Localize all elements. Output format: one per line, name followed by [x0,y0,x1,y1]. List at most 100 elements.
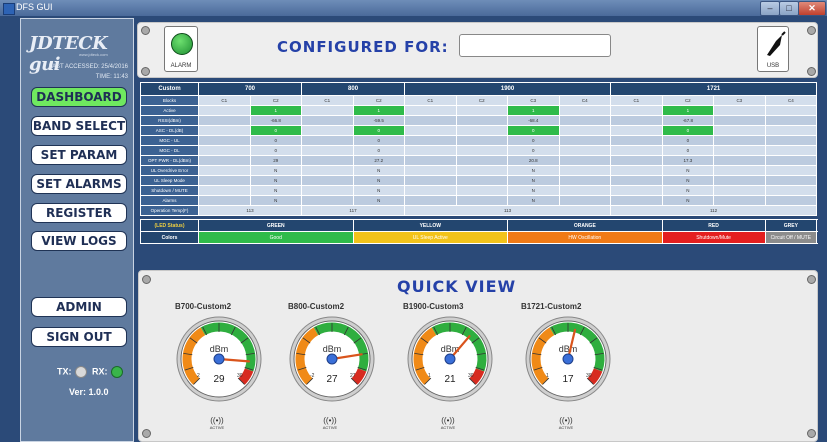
table-cell: N [661,175,715,186]
table-cell [404,175,457,186]
table-cell [455,165,509,176]
table-cell: 0 [507,125,560,136]
status-table: Custom 700 800 1900 1721 Blocks C1 C2 C1 C2 C1 C2 C3… [140,82,818,244]
row-label: Shutdown / MUTE [140,185,199,196]
table-cell: N [249,185,303,196]
usb-indicator[interactable]: USB [757,26,789,72]
table-cell: 0 [249,145,303,156]
table-cell [610,115,663,126]
nav-band-select[interactable]: BAND SELECT [31,116,127,136]
alarm-lamp-icon [171,33,193,55]
rssi-gauge: dBm 1 30 21 [407,316,493,407]
quick-view-panel: QUICK VIEW B700-Custom2 B800-Custom2 B19… [138,270,818,442]
configured-for-field[interactable] [459,34,611,57]
gauge-value: 27 [326,374,338,385]
table-cell: N [352,185,406,196]
table-cell [301,145,354,156]
table-cell: N [661,195,715,206]
version-label: Ver: 1.0.0 [69,387,109,397]
logo-url: www.jdteck.com [79,52,108,57]
table-cell [198,115,251,126]
admin-button[interactable]: ADMIN [31,297,127,317]
table-cell: N [352,165,406,176]
nav-view-logs[interactable]: VIEW LOGS [31,231,127,251]
table-cell [713,125,766,136]
table-cell [764,195,818,206]
gauge-max-label: 30 [468,373,474,379]
table-cell [558,185,612,196]
temp-cell: 117 [301,205,406,216]
maximize-button[interactable]: □ [779,1,799,16]
last-time: TIME: 11:43 [95,74,128,80]
colors-label: Colors [140,231,199,244]
table-cell: N [507,175,560,186]
table-cell [558,135,612,146]
gauge-hub [562,353,574,365]
channel-header: C3 [507,95,560,106]
table-cell: 1 [249,105,303,116]
alarm-indicator[interactable]: ALARM [164,26,198,72]
rx-label: RX: [92,366,108,377]
tx-led-icon [74,366,87,378]
table-cell [610,125,663,136]
channel-header: C2 [352,95,406,106]
table-cell [455,195,509,206]
table-cell [404,155,457,166]
close-button[interactable]: ✕ [798,1,826,16]
temp-cell: 113 [197,205,303,216]
gauge-unit: dBm [210,344,229,354]
usb-cable-icon [767,31,786,56]
table-cell [301,105,354,116]
table-cell [455,115,509,126]
channel-header: C3 [713,95,766,106]
sidebar: JDTECK gui www.jdteck.com LAST ACCESSED:… [20,18,134,442]
gauge-dial: dBm -2 27 27 [289,316,375,402]
led-name: ORANGE [507,219,663,232]
rssi-gauge: dBm 1 30 17 [525,316,611,407]
gauge-min-label: 1 [428,373,431,379]
gauge-title: B800-Custom2 [288,302,345,311]
table-cell [558,165,612,176]
table-cell [610,135,663,146]
table-cell: 20.8 [507,155,560,166]
nav-set-alarms[interactable]: SET ALARMS [31,174,127,194]
table-cell [610,155,663,166]
screw-icon [807,429,816,438]
table-cell [198,125,251,136]
table-cell [455,185,509,196]
table-cell [198,195,251,206]
screw-icon [807,67,816,76]
antenna-icon: ((•)) ACTIVE [558,416,574,430]
minimize-button[interactable]: – [760,1,780,16]
alarm-label: ALARM [170,63,192,69]
table-cell [764,175,818,186]
antenna-icon: ((•)) ACTIVE [209,416,225,430]
table-cell: 0 [249,135,303,146]
temp-cell: 112 [610,205,818,216]
table-cell: N [352,175,406,186]
table-cell [610,185,663,196]
band-header: 1900 [404,82,612,96]
table-cell [713,195,766,206]
nav-dashboard[interactable]: DASHBOARD [31,87,127,107]
table-cell [610,165,663,176]
gauge-value: 29 [213,374,225,385]
nav-register[interactable]: REGISTER [31,203,127,223]
table-cell [713,155,766,166]
sign-out-button[interactable]: SIGN OUT [31,327,127,347]
table-cell [455,145,509,156]
nav-set-param[interactable]: SET PARAM [31,145,127,165]
led-name: GREEN [198,219,354,232]
row-label: Blocks [140,95,199,106]
gauge-min-label: -2 [310,373,315,379]
band-status-table: Custom 700 800 1900 1721 Blocks C1 C2 C1 C2 C1 C2 C3… [140,82,818,244]
table-cell: -59.5 [352,115,406,126]
table-cell [558,105,612,116]
table-cell [198,135,251,146]
table-cell [301,115,354,126]
gauge-max-label: 30 [237,373,243,379]
table-cell [198,145,251,156]
rssi-gauge: dBm -2 27 27 [289,316,375,407]
gauge-title: B1721-Custom2 [521,302,582,311]
led-meaning: Circuit Off / MUTE [764,231,818,244]
